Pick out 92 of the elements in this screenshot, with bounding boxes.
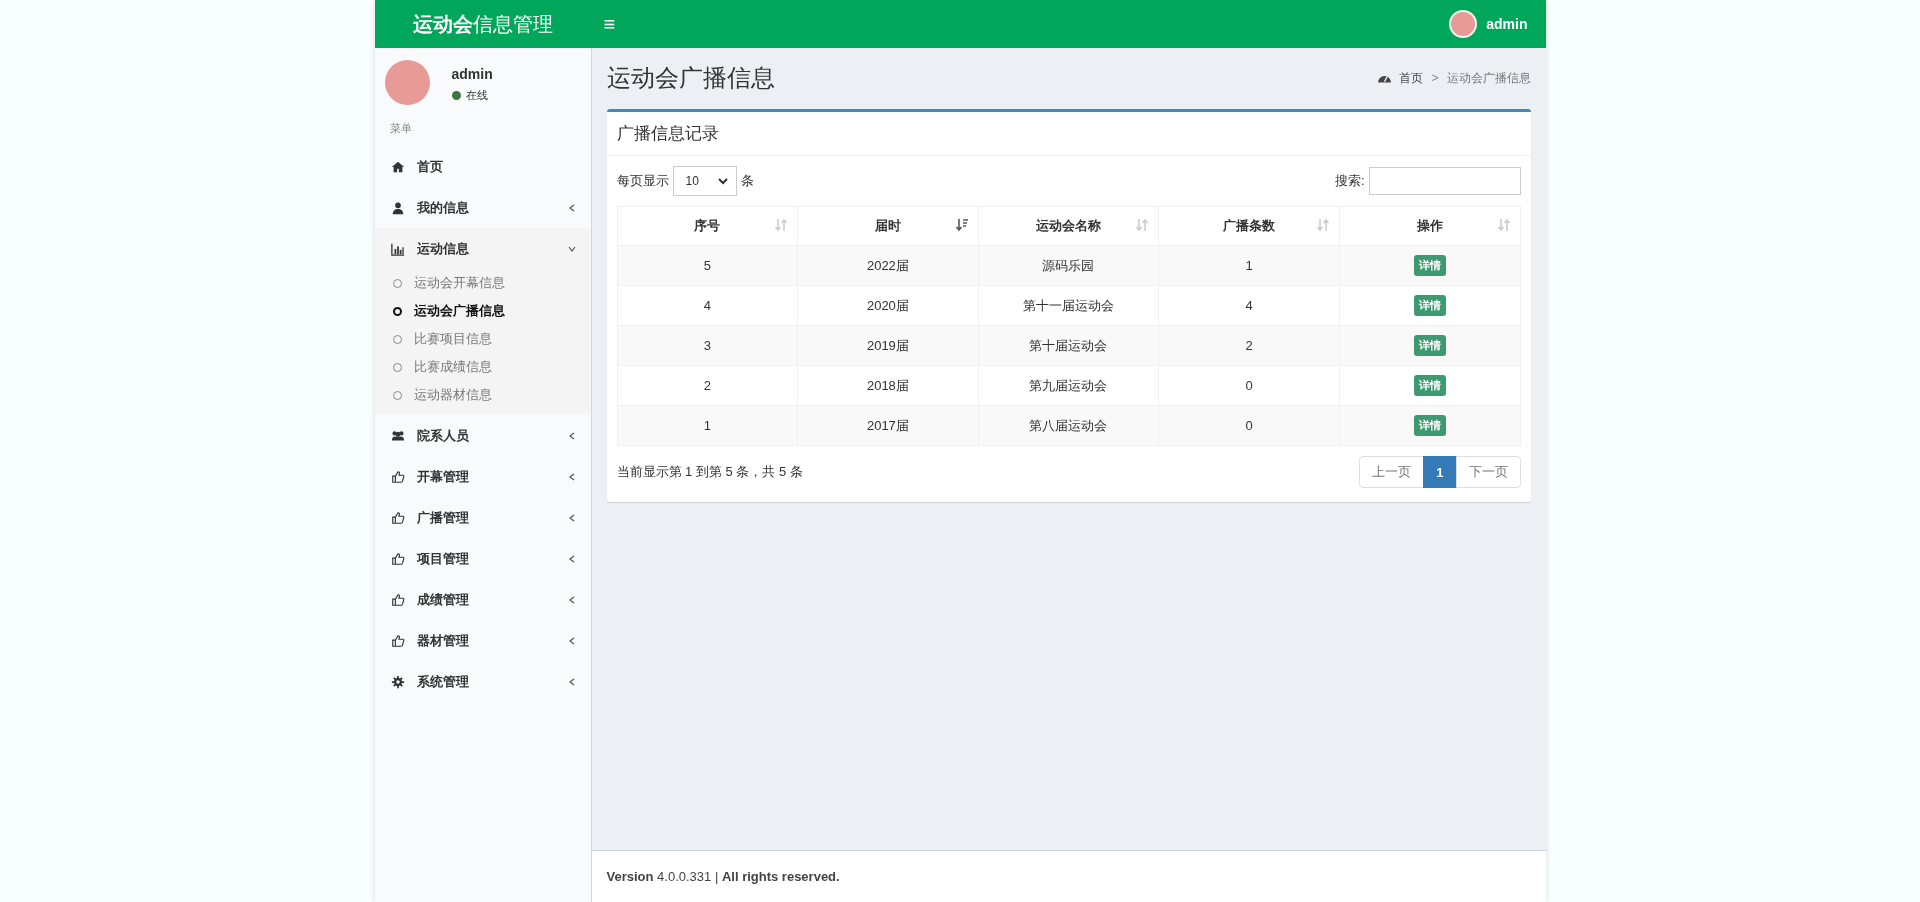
table-cell: 2017届 [797, 405, 979, 446]
length-label: 每页显示 [616, 172, 669, 190]
table-cell: 2020届 [797, 285, 979, 326]
table-cell: 0 [1158, 365, 1340, 406]
sidebar-item[interactable]: 院系人员 [374, 415, 591, 456]
user-icon [390, 200, 405, 215]
chevron-left-icon [567, 431, 576, 440]
table-cell: 5 [617, 245, 798, 286]
sidebar-item[interactable]: 器材管理 [374, 620, 591, 661]
user-avatar[interactable] [1449, 10, 1478, 38]
status-text: 在线 [465, 88, 488, 103]
column-header[interactable]: 操作 [1339, 206, 1520, 246]
details-button[interactable]: 详情 [1413, 375, 1446, 396]
table-cell: 2 [617, 365, 798, 406]
thumbs-up-icon [390, 551, 405, 566]
table-cell: 第十一届运动会 [978, 285, 1159, 326]
home-icon [390, 159, 405, 174]
menu-header: 菜单 [388, 121, 413, 136]
sort-icon[interactable] [1136, 218, 1149, 232]
page-length-select[interactable]: 10 [672, 166, 737, 196]
footer-text: Version 4.0.0.331 | All rights reserved. [606, 869, 840, 884]
column-header[interactable]: 届时 [797, 206, 979, 246]
table-cell: 2 [1158, 325, 1340, 366]
details-button[interactable]: 详情 [1413, 415, 1446, 436]
bar-chart-icon [390, 241, 405, 256]
chevron-left-icon [567, 595, 576, 604]
sort-descending-icon[interactable] [955, 218, 968, 232]
sidebar-item[interactable]: 系统管理 [374, 661, 591, 702]
details-button[interactable]: 详情 [1413, 335, 1446, 356]
search-label: 搜索: [1334, 172, 1365, 190]
sidebar-item[interactable]: 开幕管理 [374, 456, 591, 497]
sidebar-item[interactable]: 广播管理 [374, 497, 591, 538]
table-info: 当前显示第 1 到第 5 条，共 5 条 [616, 463, 803, 481]
search-field[interactable] [1368, 167, 1521, 195]
box-title: 广播信息记录 [606, 112, 1531, 156]
table-cell: 3 [617, 325, 798, 366]
table-cell: 1 [1158, 245, 1340, 286]
page-title: 运动会广播信息 [606, 63, 775, 93]
submenu-item[interactable]: 运动会开幕信息 [374, 269, 591, 297]
submenu-item[interactable]: 比赛项目信息 [374, 325, 591, 353]
chevron-left-icon [567, 677, 576, 686]
gear-icon [390, 674, 405, 689]
chevron-left-icon [567, 513, 576, 522]
length-unit: 条 [740, 172, 754, 190]
chevron-down-icon [567, 244, 576, 253]
chevron-left-icon [567, 203, 576, 212]
circle-icon [392, 306, 402, 316]
breadcrumb-current: 运动会广播信息 [1446, 69, 1531, 87]
pagination-button[interactable]: 上一页 [1359, 456, 1425, 488]
table-cell: 0 [1158, 405, 1340, 446]
table-cell: 2022届 [797, 245, 979, 286]
details-button[interactable]: 详情 [1413, 295, 1446, 316]
column-header[interactable]: 广播条数 [1158, 206, 1340, 246]
chevron-left-icon [567, 472, 576, 481]
sidebar-item[interactable]: 项目管理 [374, 538, 591, 579]
table-cell: 2018届 [797, 365, 979, 406]
table-cell: 第十届运动会 [978, 325, 1159, 366]
table-cell: 2019届 [797, 325, 979, 366]
pagination-button[interactable]: 1 [1423, 456, 1457, 488]
thumbs-up-icon [390, 510, 405, 525]
breadcrumb-link[interactable]: 首页 [1399, 69, 1424, 87]
table-cell: 4 [1158, 285, 1340, 326]
thumbs-up-icon [390, 633, 405, 648]
table-cell: 第八届运动会 [978, 405, 1159, 446]
sidebar-item[interactable]: 首页 [374, 146, 591, 187]
online-status-dot [451, 91, 461, 100]
table-cell: 第九届运动会 [978, 365, 1159, 406]
table-cell: 4 [617, 285, 798, 326]
users-icon [390, 428, 405, 443]
details-button[interactable]: 详情 [1413, 255, 1446, 276]
submenu-item[interactable]: 运动器材信息 [374, 381, 591, 409]
sidebar-item[interactable]: 我的信息 [374, 187, 591, 228]
chevron-left-icon [567, 636, 576, 645]
column-header[interactable]: 运动会名称 [978, 206, 1159, 246]
sidebar-item[interactable]: 运动信息 [374, 228, 591, 269]
sidebar-item[interactable]: 成绩管理 [374, 579, 591, 620]
chevron-left-icon [567, 554, 576, 563]
user-name: admin [451, 66, 493, 82]
user-avatar [384, 60, 430, 105]
column-header[interactable]: 序号 [617, 206, 798, 246]
thumbs-up-icon [390, 592, 405, 607]
submenu-item[interactable]: 运动会广播信息 [374, 297, 591, 325]
sort-icon[interactable] [775, 218, 788, 232]
breadcrumb-separator: > [1431, 71, 1439, 85]
sort-icon[interactable] [1497, 218, 1510, 232]
chevron-down-icon [717, 177, 728, 185]
pagination-button[interactable]: 下一页 [1455, 456, 1521, 488]
sort-icon[interactable] [1316, 218, 1329, 232]
table-cell: 源码乐园 [978, 245, 1159, 286]
table-cell: 1 [617, 405, 798, 446]
thumbs-up-icon [390, 469, 405, 484]
submenu-item[interactable]: 比赛成绩信息 [374, 353, 591, 381]
